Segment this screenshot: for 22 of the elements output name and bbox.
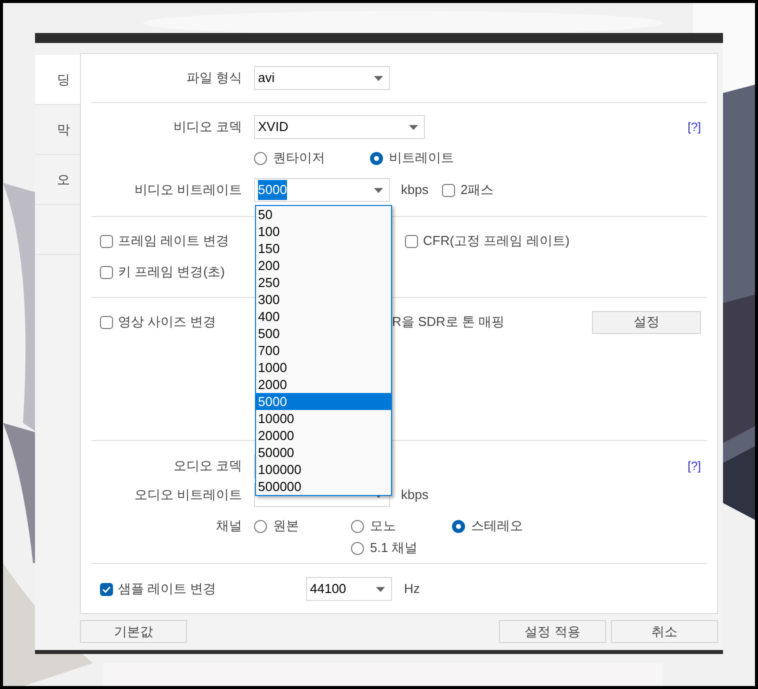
radio-label: 스테레오 (471, 517, 523, 536)
field-label: 비디오 코덱 (173, 118, 242, 136)
checkbox-label: 키 프레임 변경(초) (118, 263, 225, 282)
field-label: 채널 (216, 517, 242, 536)
checkbox-label: R을 SDR로 톤 매핑 (392, 313, 505, 332)
checkbox-label: 샘플 레이트 변경 (118, 580, 216, 598)
field-label: 비디오 비트레이트 (134, 181, 242, 200)
radio-label: 5.1 채널 (370, 539, 418, 558)
radio-label: 모노 (370, 517, 396, 536)
unit-label: Hz (404, 580, 420, 598)
radio-label: 원본 (273, 517, 299, 536)
unit-label: kbps (401, 181, 428, 200)
unit-label: kbps (401, 486, 428, 504)
field-label: 파일 형식 (186, 69, 242, 88)
radio-label: 퀀타이저 (273, 149, 325, 168)
checkbox-label: CFR(고정 프레임 레이트) (423, 232, 570, 250)
field-label: 오디오 코덱 (173, 457, 242, 476)
checkbox-label: 영상 사이즈 변경 (118, 313, 216, 332)
radio-label: 비트레이트 (389, 149, 454, 168)
checkbox-label: 2패스 (460, 181, 494, 200)
checkbox-label: 프레임 레이트 변경 (118, 232, 230, 250)
field-label: 오디오 비트레이트 (134, 486, 242, 504)
